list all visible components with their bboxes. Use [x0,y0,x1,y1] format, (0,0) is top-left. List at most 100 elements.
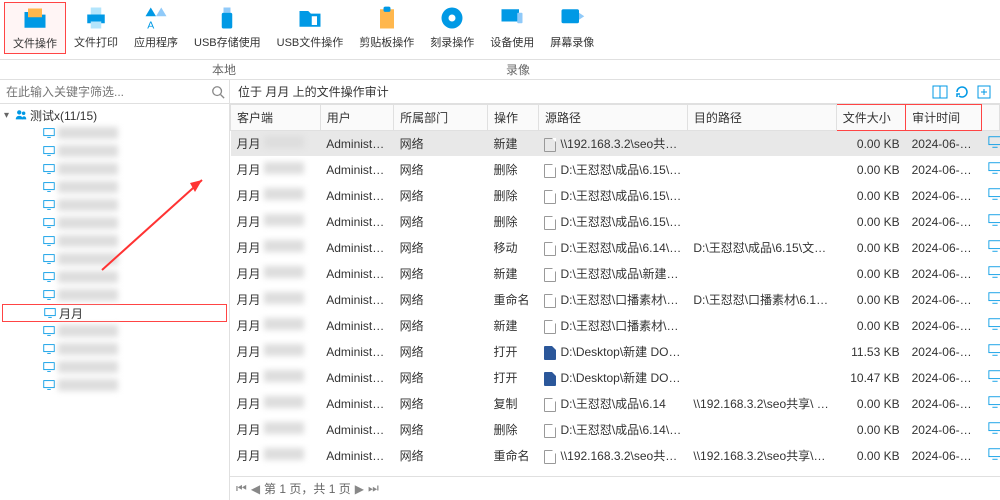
cell-monitor[interactable] [981,209,999,235]
table-row[interactable]: 月月 Administra...网络删除D:\王怼怼\成品\6.14\新...0… [231,417,1000,443]
col-dst[interactable]: 目的路径 [687,105,836,131]
table-row[interactable]: 月月 Administra...网络新建\\192.168.3.2\seo共享\… [231,131,1000,157]
usb-file-icon [296,4,324,32]
table-row[interactable]: 月月 Administra...网络删除D:\王怼怼\成品\6.15\终...0… [231,183,1000,209]
cell-client: 月月 [231,417,321,443]
table-row[interactable]: 月月 Administra...网络重命名\\192.168.3.2\seo共享… [231,443,1000,469]
col-dept[interactable]: 所属部门 [394,105,488,131]
monitor-icon [42,144,56,158]
table-row[interactable]: 月月 Administra...网络删除D:\王怼怼\成品\6.15\数...0… [231,157,1000,183]
cell-monitor[interactable] [981,261,999,287]
toolbar-clipboard[interactable]: 剪贴板操作 [351,2,422,52]
cell-size: 0.00 KB [836,209,905,235]
cell-user: Administra... [320,131,393,157]
cell-monitor[interactable] [981,157,999,183]
cell-dst [687,183,836,209]
toolbar-file-op[interactable]: 文件操作 [4,2,66,54]
cell-monitor[interactable] [981,313,999,339]
table-row[interactable]: 月月 Administra...网络打开D:\Desktop\新建 DOC...… [231,365,1000,391]
tree-node[interactable] [2,376,227,394]
table-row[interactable]: 月月 Administra...网络复制D:\王怼怼\成品\6.14\\192.… [231,391,1000,417]
monitor-icon [42,198,56,212]
cell-dst [687,313,836,339]
cell-monitor[interactable] [981,287,999,313]
cell-monitor[interactable] [981,235,999,261]
file-print-icon [82,4,110,32]
col-client[interactable]: 客户端 [231,105,321,131]
toolbar-usb-file[interactable]: USB文件操作 [269,2,352,52]
table-row[interactable]: 月月 Administra...网络重命名D:\王怼怼\口播素材\新...D:\… [231,287,1000,313]
tree-node[interactable] [2,250,227,268]
export-icon[interactable] [976,84,992,100]
pager-first-icon[interactable]: ⏮ [236,481,247,496]
cell-time: 2024-06-15 10:13:15 [906,365,981,391]
cell-user: Administra... [320,261,393,287]
columns-icon[interactable] [932,84,948,100]
cell-src: D:\Desktop\新建 DOC... [538,365,687,391]
cell-src: D:\Desktop\新建 DOC... [538,339,687,365]
tree-label-blur [58,181,118,193]
col-src[interactable]: 源路径 [538,105,687,131]
tree-node[interactable] [2,124,227,142]
tree-node[interactable] [2,322,227,340]
cell-dst [687,209,836,235]
cell-monitor[interactable] [981,443,999,469]
cell-monitor[interactable] [981,131,999,157]
toolbar-apps[interactable]: A应用程序 [126,2,186,52]
col-op[interactable]: 操作 [488,105,539,131]
device-icon [498,4,526,32]
path-bar: 位于 月月 上的文件操作审计 [230,80,1000,104]
col-audit[interactable]: 审计时间 [906,105,981,131]
table-row[interactable]: 月月 Administra...网络删除D:\王怼怼\成品\6.15\文...0… [231,209,1000,235]
tree-node[interactable] [2,340,227,358]
cell-size: 0.00 KB [836,235,905,261]
cell-dept: 网络 [394,209,488,235]
toolbar-screen[interactable]: 屏幕录像 [542,2,602,52]
tree-node[interactable] [2,286,227,304]
pager-prev-icon[interactable]: ◀ [251,482,260,496]
table-row[interactable]: 月月 Administra...网络移动D:\王怼怼\成品\6.14\文...D… [231,235,1000,261]
pager-last-icon[interactable]: ⏭ [368,481,379,496]
cell-monitor[interactable] [981,417,999,443]
cell-monitor[interactable] [981,391,999,417]
toolbar-file-print[interactable]: 文件打印 [66,2,126,52]
pager-next-icon[interactable]: ▶ [355,482,364,496]
table-row[interactable]: 月月 Administra...网络新建D:\王怼怼\成品\新建文...0.00… [231,261,1000,287]
table-row[interactable]: 月月 Administra...网络打开D:\Desktop\新建 DOC...… [231,339,1000,365]
refresh-icon[interactable] [954,84,970,100]
cell-dept: 网络 [394,443,488,469]
search-icon[interactable] [209,83,227,101]
col-size[interactable]: 文件大小 [836,105,905,131]
cell-op: 重命名 [488,287,539,313]
tree-node[interactable] [2,232,227,250]
tree-label-blur [58,361,118,373]
tree-node[interactable] [2,142,227,160]
cell-client: 月月 [231,157,321,183]
cell-monitor[interactable] [981,183,999,209]
tree-node[interactable] [2,160,227,178]
tree-node[interactable] [2,178,227,196]
cell-dept: 网络 [394,235,488,261]
tree-node[interactable] [2,268,227,286]
toolbar-device[interactable]: 设备使用 [482,2,542,52]
group-icon [14,108,28,122]
cell-user: Administra... [320,339,393,365]
cat-local: 本地 [0,60,448,79]
toolbar-usb-storage[interactable]: USB存储使用 [186,2,269,52]
table-row[interactable]: 月月 Administra...网络新建D:\王怼怼\口播素材\新...0.00… [231,313,1000,339]
tree-node[interactable] [2,214,227,232]
cell-dst [687,365,836,391]
tree-node-yueyue[interactable]: 月月 [2,304,227,322]
cell-monitor[interactable] [981,365,999,391]
cell-dst: D:\王怼怼\口播素材\6.15拍摄 [687,287,836,313]
tree-root[interactable]: ▾ 测试x(11/15) [2,106,227,124]
cell-time: 2024-06-15 16:33:54 [906,235,981,261]
collapse-icon[interactable]: ▾ [4,110,14,121]
toolbar-burn[interactable]: 刻录操作 [422,2,482,52]
col-user[interactable]: 用户 [320,105,393,131]
tree-label-blur [58,145,118,157]
tree-node[interactable] [2,358,227,376]
search-input[interactable] [2,83,209,101]
cell-monitor[interactable] [981,339,999,365]
tree-node[interactable] [2,196,227,214]
